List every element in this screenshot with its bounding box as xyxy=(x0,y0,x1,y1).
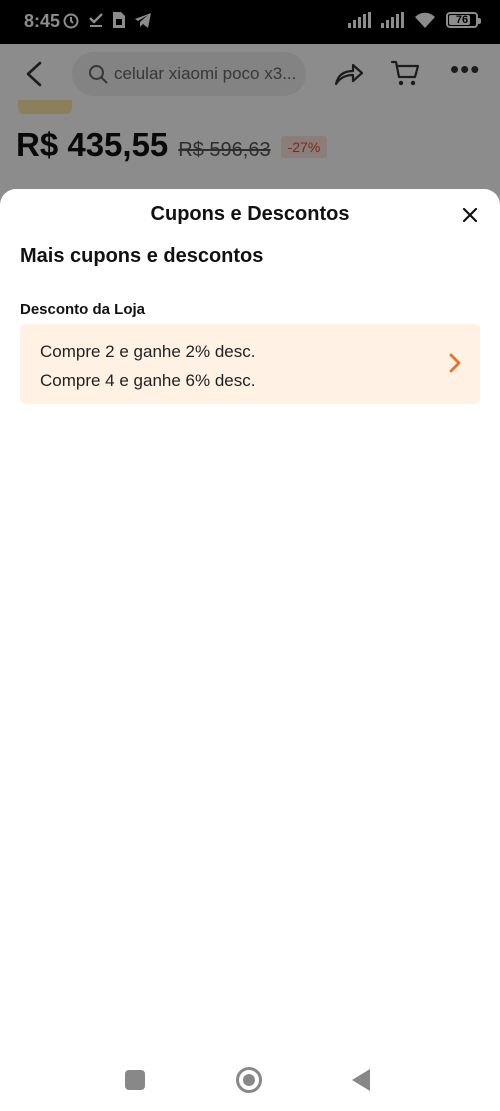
battery-percent: 76 xyxy=(455,14,469,26)
store-discount-label: Desconto da Loja xyxy=(20,301,146,318)
sheet-title: Cupons e Descontos xyxy=(150,203,350,225)
system-nav-bar xyxy=(0,1050,500,1111)
section-heading: Mais cupons e descontos xyxy=(20,245,264,267)
close-icon[interactable] xyxy=(458,203,482,227)
recents-icon[interactable] xyxy=(125,1070,145,1090)
discount-offer: Compre 4 e ganhe 6% desc. xyxy=(40,371,256,390)
chevron-right-icon xyxy=(449,353,461,373)
system-back-icon[interactable] xyxy=(352,1069,370,1091)
store-discount-card[interactable]: Compre 2 e ganhe 2% desc. Compre 4 e gan… xyxy=(20,324,480,404)
discount-offer: Compre 2 e ganhe 2% desc. xyxy=(40,342,256,361)
home-icon[interactable] xyxy=(236,1067,262,1093)
coupons-bottom-sheet: Cupons e Descontos Mais cupons e descont… xyxy=(0,189,500,1111)
